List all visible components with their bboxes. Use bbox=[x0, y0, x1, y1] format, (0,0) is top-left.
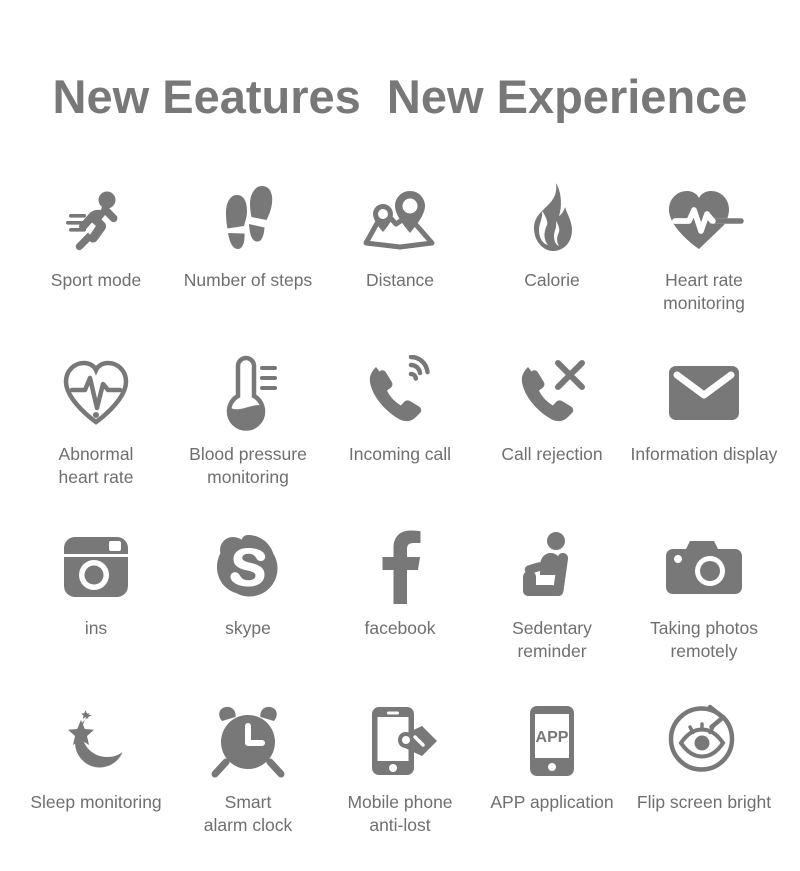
feature-label: Incoming call bbox=[348, 444, 452, 464]
feature-label: Blood pressure monitoring bbox=[189, 444, 307, 488]
feature-item-sport-mode[interactable]: Sport mode bbox=[20, 175, 172, 349]
alarm-clock-icon bbox=[209, 697, 287, 785]
feature-item-abnormal-heart-rate[interactable]: Abnormal heart rate bbox=[20, 349, 172, 523]
feature-label: Taking photos remotely bbox=[650, 618, 758, 662]
feature-item-call-rejection[interactable]: Call rejection bbox=[476, 349, 628, 523]
feature-item-calorie[interactable]: Calorie bbox=[476, 175, 628, 349]
feature-item-number-of-steps[interactable]: Number of steps bbox=[172, 175, 324, 349]
running-person-icon bbox=[60, 175, 132, 263]
feature-item-incoming-call[interactable]: Incoming call bbox=[324, 349, 476, 523]
skype-icon bbox=[214, 523, 282, 611]
facebook-icon bbox=[377, 523, 423, 611]
phone-ringing-icon bbox=[362, 349, 438, 437]
feature-item-heart-rate-monitoring[interactable]: Heart rate monitoring bbox=[628, 175, 780, 349]
feature-row: Sleep monitoring Smart alarm clock Mobil… bbox=[20, 697, 780, 871]
eye-rotate-icon bbox=[665, 697, 743, 785]
feature-label: facebook bbox=[364, 618, 436, 638]
feature-item-app-application[interactable]: APP APP application bbox=[476, 697, 628, 871]
thermometer-icon bbox=[212, 349, 284, 437]
feature-item-skype[interactable]: skype bbox=[172, 523, 324, 697]
feature-grid: Sport mode Number of steps Distance Calo… bbox=[20, 175, 780, 871]
heart-pulse-icon bbox=[663, 175, 745, 263]
envelope-icon bbox=[665, 349, 743, 437]
instagram-camera-icon bbox=[62, 523, 130, 611]
feature-label: Sedentary reminder bbox=[512, 618, 592, 662]
feature-row: ins skype facebook Sedentary reminder Ta… bbox=[20, 523, 780, 697]
phone-tag-icon bbox=[360, 697, 440, 785]
feature-row: Sport mode Number of steps Distance Calo… bbox=[20, 175, 780, 349]
feature-row: Abnormal heart rate Blood pressure monit… bbox=[20, 349, 780, 523]
feature-label: Sport mode bbox=[50, 270, 142, 290]
feature-label: Distance bbox=[365, 270, 435, 290]
feature-item-ins[interactable]: ins bbox=[20, 523, 172, 697]
feature-label: Number of steps bbox=[183, 270, 313, 290]
feature-label: Sleep monitoring bbox=[30, 792, 162, 812]
phone-reject-icon bbox=[514, 349, 590, 437]
feature-item-sleep-monitoring[interactable]: Sleep monitoring bbox=[20, 697, 172, 871]
feature-label: skype bbox=[225, 618, 271, 638]
footsteps-icon bbox=[212, 175, 284, 263]
feature-item-information-display[interactable]: Information display bbox=[628, 349, 780, 523]
feature-label: Heart rate monitoring bbox=[663, 270, 745, 314]
feature-label: Flip screen bright bbox=[636, 792, 772, 812]
feature-label: Smart alarm clock bbox=[203, 792, 293, 836]
feature-item-flip-screen-bright[interactable]: Flip screen bright bbox=[628, 697, 780, 871]
feature-label: Information display bbox=[630, 444, 778, 464]
flame-icon bbox=[520, 175, 584, 263]
camera-icon bbox=[664, 523, 744, 611]
feature-label: Abnormal heart rate bbox=[58, 444, 134, 488]
feature-label: ins bbox=[84, 618, 108, 638]
heart-outline-ecg-icon bbox=[59, 349, 133, 437]
feature-item-mobile-phone-anti-lost[interactable]: Mobile phone anti-lost bbox=[324, 697, 476, 871]
feature-label: Mobile phone anti-lost bbox=[347, 792, 453, 836]
feature-item-blood-pressure-monitoring[interactable]: Blood pressure monitoring bbox=[172, 349, 324, 523]
page-title: New Eeatures New Experience bbox=[52, 70, 748, 123]
feature-item-smart-alarm-clock[interactable]: Smart alarm clock bbox=[172, 697, 324, 871]
feature-item-facebook[interactable]: facebook bbox=[324, 523, 476, 697]
feature-item-distance[interactable]: Distance bbox=[324, 175, 476, 349]
feature-grid-page: New Eeatures New Experience Sport mode N… bbox=[0, 0, 800, 862]
feature-label: Calorie bbox=[524, 270, 580, 290]
phone-app-icon: APP bbox=[525, 697, 579, 785]
feature-label: APP application bbox=[490, 792, 614, 812]
moon-stars-icon bbox=[58, 697, 134, 785]
feature-item-taking-photos-remotely[interactable]: Taking photos remotely bbox=[628, 523, 780, 697]
feature-label: Call rejection bbox=[501, 444, 603, 464]
seated-person-icon bbox=[516, 523, 588, 611]
svg-text:APP: APP bbox=[536, 729, 569, 746]
feature-item-sedentary-reminder[interactable]: Sedentary reminder bbox=[476, 523, 628, 697]
map-pins-icon bbox=[360, 175, 440, 263]
